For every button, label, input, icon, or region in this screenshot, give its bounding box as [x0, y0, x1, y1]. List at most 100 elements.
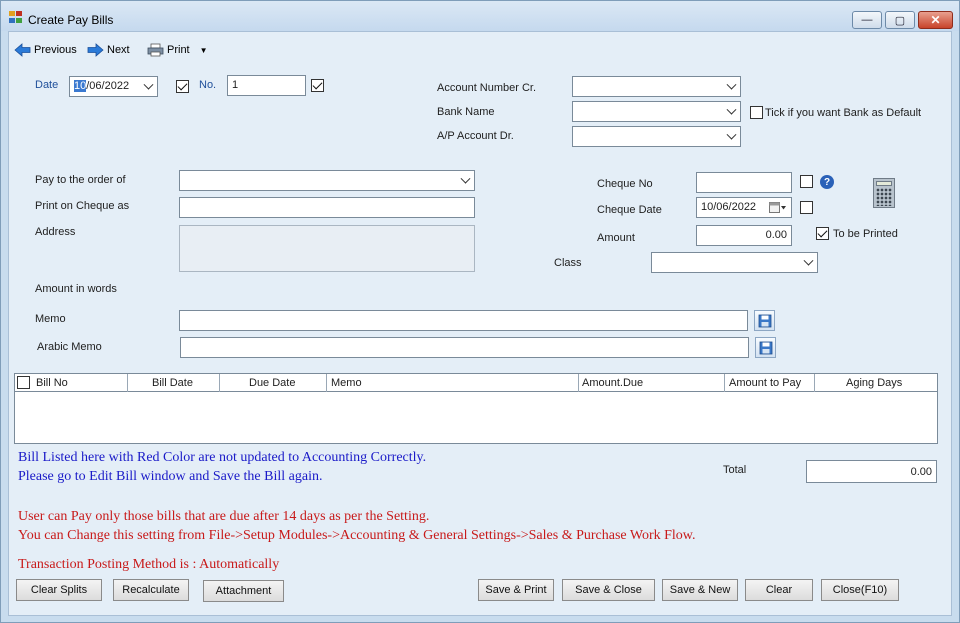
due-setting-note-line1: User can Pay only those bills that are d…	[18, 509, 430, 524]
ap-account-dr-label: A/P Account Dr.	[437, 130, 514, 142]
previous-button[interactable]: Previous	[14, 42, 77, 58]
bills-grid[interactable]: Bill No Bill Date Due Date Memo Amount.D…	[14, 373, 938, 444]
date-day-selected: 10	[74, 80, 87, 92]
next-label: Next	[107, 44, 130, 56]
select-all-checkbox[interactable]	[17, 376, 30, 389]
cheque-date-value: 10/06/2022	[701, 201, 757, 213]
date-picker[interactable]: 10/06/2022	[69, 76, 158, 97]
floppy-disk-icon	[758, 314, 771, 327]
print-button[interactable]: Print ▼	[147, 42, 208, 58]
column-bill-no[interactable]: Bill No	[15, 374, 128, 392]
minimize-icon: —	[861, 14, 873, 26]
help-icon[interactable]: ?	[820, 175, 834, 189]
account-number-cr-label: Account Number Cr.	[437, 82, 537, 94]
red-bill-warning-line2: Please go to Edit Bill window and Save t…	[18, 469, 323, 484]
printer-icon	[147, 43, 164, 57]
chevron-down-icon	[726, 79, 737, 90]
no-label: No.	[199, 79, 217, 91]
recalculate-button[interactable]: Recalculate	[113, 579, 189, 601]
to-be-printed-label: To be Printed	[833, 228, 898, 240]
next-button[interactable]: Next	[87, 42, 130, 58]
total-label: Total	[723, 464, 747, 476]
cheque-date-picker[interactable]: 10/06/2022	[696, 197, 792, 218]
print-dropdown-icon[interactable]: ▼	[200, 46, 208, 55]
arabic-memo-save-button[interactable]	[755, 337, 776, 358]
column-aging-days[interactable]: Aging Days	[815, 374, 937, 392]
date-rest: /06/2022	[86, 80, 130, 92]
form-area: Previous Next Print ▼ Date 10/06/2022 No…	[8, 31, 952, 616]
cheque-no-checkbox[interactable]	[800, 175, 813, 188]
pay-to-label: Pay to the order of	[35, 174, 126, 186]
arabic-memo-label: Arabic Memo	[37, 341, 102, 353]
red-bill-warning-line1: Bill Listed here with Red Color are not …	[18, 450, 427, 465]
minimize-button[interactable]: —	[852, 11, 882, 29]
bank-default-label: Tick if you want Bank as Default	[765, 107, 922, 119]
save-print-button[interactable]: Save & Print	[478, 579, 554, 601]
bank-name-label: Bank Name	[437, 106, 495, 118]
window-title: Create Pay Bills	[28, 13, 114, 27]
bank-default-checkbox[interactable]	[750, 106, 763, 119]
maximize-button[interactable]: ▢	[885, 11, 915, 29]
column-due-date[interactable]: Due Date	[220, 374, 327, 392]
arrow-right-icon	[87, 43, 104, 57]
column-bill-date[interactable]: Bill Date	[128, 374, 220, 392]
memo-save-button[interactable]	[754, 310, 775, 331]
chevron-down-icon	[143, 79, 154, 90]
date-checkbox[interactable]	[176, 80, 189, 93]
memo-field[interactable]	[179, 310, 748, 331]
amount-field[interactable]: 0.00	[696, 225, 792, 246]
address-field[interactable]	[179, 225, 475, 272]
class-label: Class	[554, 257, 582, 269]
app-icon	[9, 11, 22, 23]
cheque-date-checkbox[interactable]	[800, 201, 813, 214]
ap-account-dr-dropdown[interactable]	[572, 126, 741, 147]
column-memo[interactable]: Memo	[327, 374, 579, 392]
save-new-button[interactable]: Save & New	[662, 579, 738, 601]
title-bar[interactable]: Create Pay Bills — ▢ ✕	[1, 1, 959, 31]
pay-to-dropdown[interactable]	[179, 170, 475, 191]
arrow-left-icon	[14, 43, 31, 57]
print-on-cheque-label: Print on Cheque as	[35, 200, 130, 212]
save-close-button[interactable]: Save & Close	[562, 579, 655, 601]
account-number-cr-dropdown[interactable]	[572, 76, 741, 97]
cheque-no-label: Cheque No	[597, 178, 653, 190]
close-window-button[interactable]: ✕	[918, 11, 953, 29]
posting-method-note: Transaction Posting Method is : Automati…	[18, 557, 280, 572]
no-checkbox[interactable]	[311, 79, 324, 92]
due-setting-note-line2: You can Change this setting from File->S…	[18, 528, 696, 543]
chevron-down-icon	[726, 129, 737, 140]
address-label: Address	[35, 226, 76, 238]
maximize-icon: ▢	[894, 14, 906, 27]
clear-button[interactable]: Clear	[745, 579, 813, 601]
memo-label: Memo	[35, 313, 66, 325]
cheque-no-field[interactable]	[696, 172, 792, 193]
previous-label: Previous	[34, 44, 77, 56]
amount-label: Amount	[597, 232, 635, 244]
to-be-printed-checkbox[interactable]	[816, 227, 829, 240]
attachment-button[interactable]: Attachment	[203, 580, 284, 602]
calculator-icon[interactable]	[873, 178, 895, 208]
column-amount-due[interactable]: Amount.Due	[579, 374, 725, 392]
bank-name-dropdown[interactable]	[572, 101, 741, 122]
print-label: Print	[167, 44, 190, 56]
chevron-down-icon	[803, 255, 814, 266]
chevron-down-icon	[460, 173, 471, 184]
clear-splits-button[interactable]: Clear Splits	[16, 579, 102, 601]
date-label: Date	[35, 79, 59, 91]
print-on-cheque-field[interactable]	[179, 197, 475, 218]
cheque-date-label: Cheque Date	[597, 204, 662, 216]
column-bill-no-label: Bill No	[36, 377, 68, 389]
bill-number-field[interactable]: 1	[227, 75, 306, 96]
column-amount-to-pay[interactable]: Amount to Pay	[725, 374, 815, 392]
arabic-memo-field[interactable]	[180, 337, 749, 358]
chevron-down-icon	[726, 104, 737, 115]
calendar-dropdown-icon	[769, 202, 786, 213]
total-field: 0.00	[806, 460, 937, 483]
class-dropdown[interactable]	[651, 252, 818, 273]
grid-header: Bill No Bill Date Due Date Memo Amount.D…	[15, 374, 937, 392]
close-button[interactable]: Close(F10)	[821, 579, 899, 601]
floppy-disk-icon	[759, 341, 772, 354]
close-icon: ✕	[930, 13, 941, 27]
amount-in-words-label: Amount in words	[35, 283, 117, 295]
pay-bills-window: Create Pay Bills — ▢ ✕ Previous Next Pri…	[0, 0, 960, 623]
